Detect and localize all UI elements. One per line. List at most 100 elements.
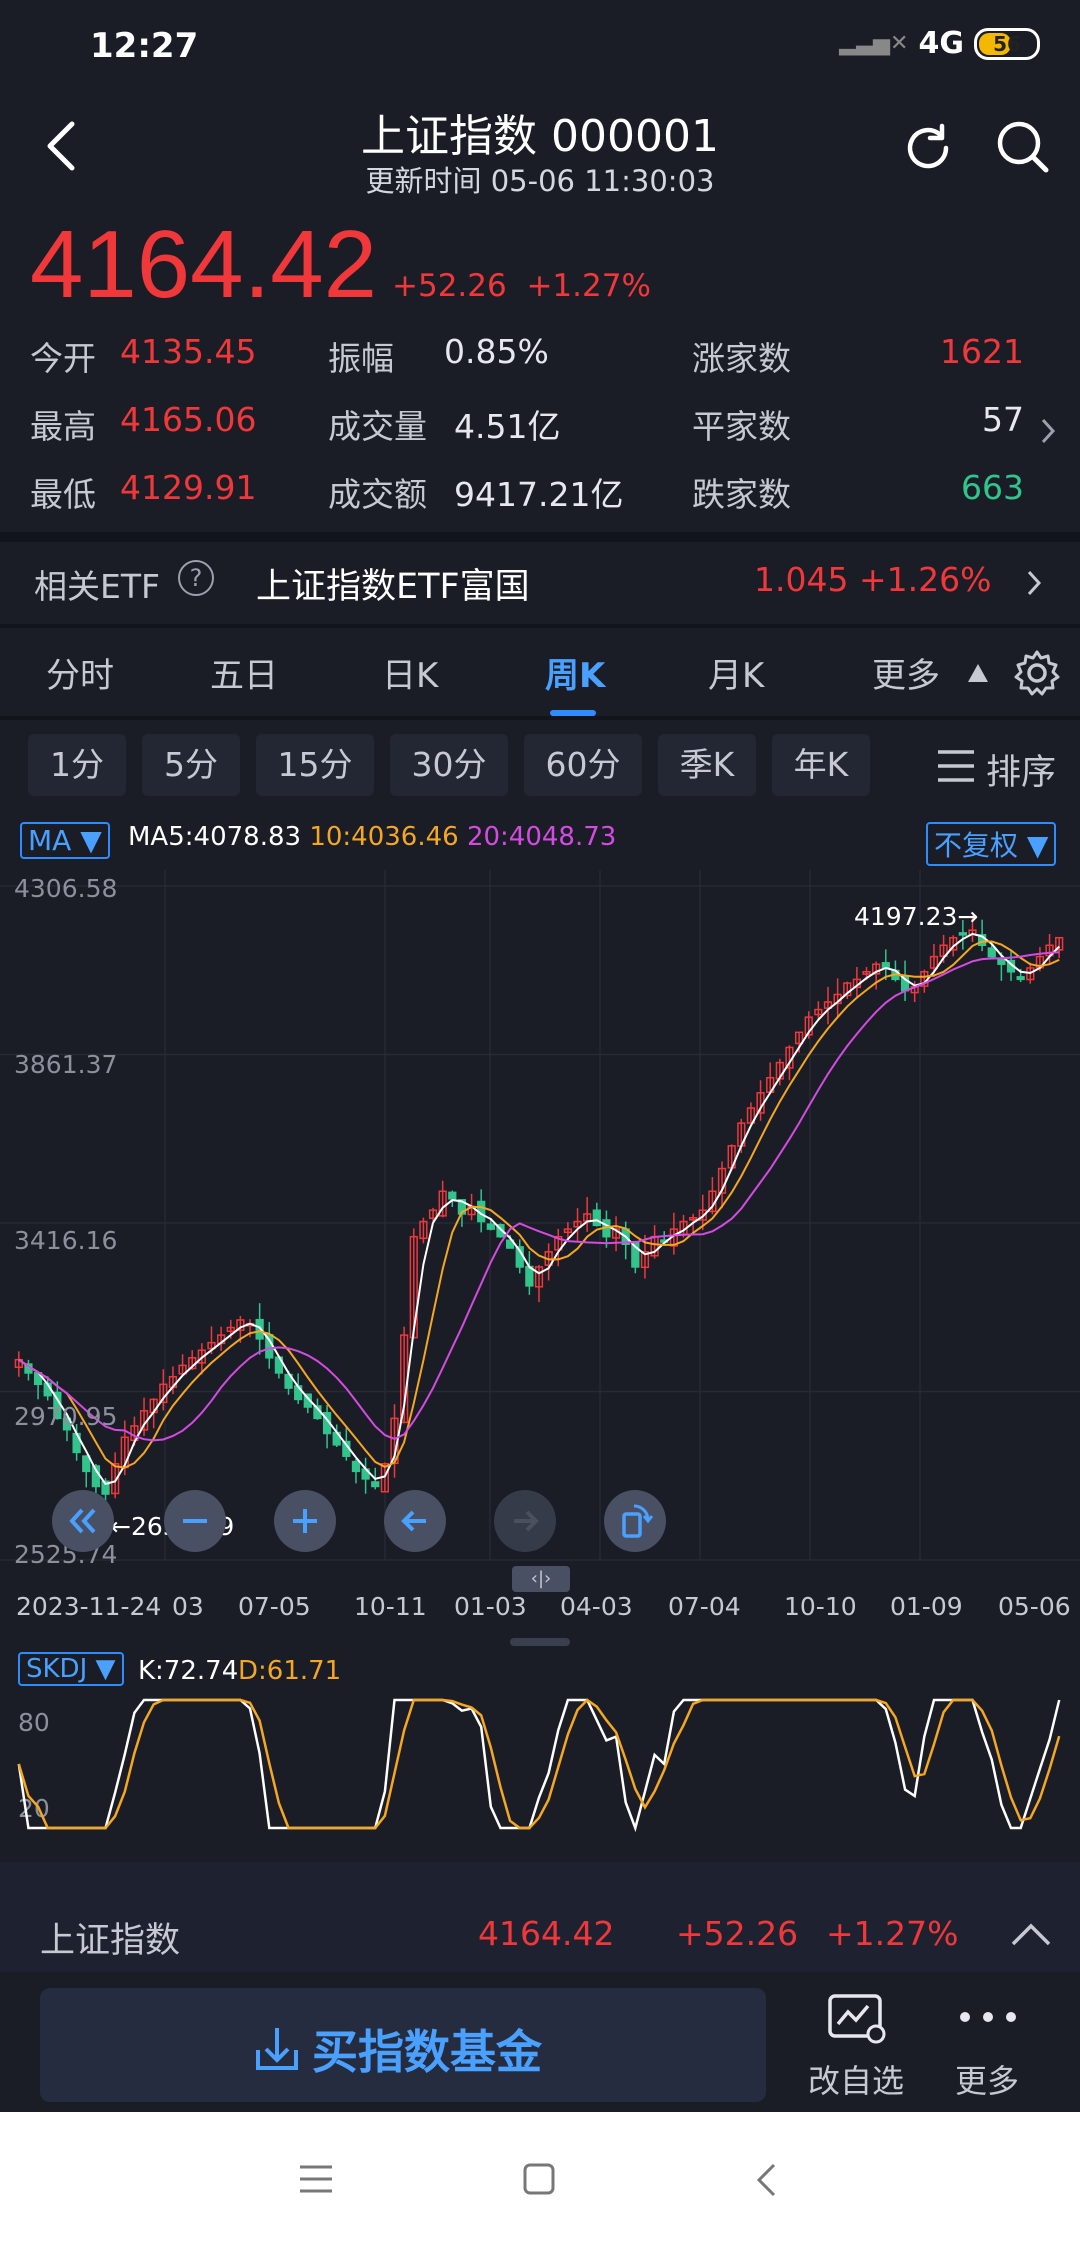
up-count-label: 涨家数 bbox=[692, 339, 791, 378]
x-tick-label: 10-10 bbox=[784, 1592, 857, 1621]
help-icon[interactable]: ? bbox=[178, 560, 214, 596]
high-label: 最高 bbox=[30, 407, 96, 446]
amount-label: 成交额 bbox=[328, 475, 427, 514]
bottom-quote-bar[interactable]: 上证指数 4164.42 +52.26 +1.27% bbox=[0, 1900, 1080, 1972]
x-tick-label: 2023-11-24 bbox=[16, 1592, 162, 1621]
volume-value: 4.51亿 bbox=[454, 407, 561, 446]
edit-watchlist-label[interactable]: 改自选 bbox=[808, 2056, 904, 2102]
chart-scroll-handle[interactable]: ‹|› bbox=[512, 1566, 570, 1592]
down-count-value: 663 bbox=[961, 468, 1024, 507]
flat-count-label: 平家数 bbox=[692, 407, 791, 446]
tab-daily-k[interactable]: 日K bbox=[382, 648, 438, 697]
etf-quote: 1.045 +1.26% bbox=[754, 560, 992, 599]
bottom-price: 4164.42 bbox=[478, 1914, 615, 1953]
low-label: 最低 bbox=[30, 475, 96, 514]
candlestick-chart[interactable] bbox=[0, 870, 1080, 1580]
candle-body bbox=[82, 1455, 91, 1473]
amplitude-label: 振幅 bbox=[328, 339, 394, 378]
buy-index-fund-button[interactable]: 买指数基金 bbox=[40, 1988, 766, 2102]
divider bbox=[0, 624, 1080, 628]
volume-label: 成交量 bbox=[328, 407, 427, 446]
etf-label: 相关ETF bbox=[34, 567, 160, 606]
x-tick-label: 07-04 bbox=[668, 1592, 741, 1621]
tab-more[interactable]: 更多 bbox=[872, 648, 940, 697]
x-tick-label: 01-09 bbox=[890, 1592, 963, 1621]
skdj-selector[interactable]: SKDJ ▼ bbox=[18, 1652, 124, 1686]
skdj-k-line bbox=[17, 1698, 1061, 1833]
skdj-k-value: K:72.74 bbox=[138, 1656, 239, 1686]
x-tick-label: 10-11 bbox=[354, 1592, 427, 1621]
scroll-start-button[interactable] bbox=[52, 1490, 114, 1552]
search-icon[interactable] bbox=[992, 116, 1052, 176]
scroll-left-button[interactable] bbox=[384, 1490, 446, 1552]
related-etf-row[interactable]: 相关ETF ? 上证指数ETF富国 1.045 +1.26% bbox=[0, 540, 1080, 624]
sort-label[interactable]: 排序 bbox=[986, 744, 1056, 795]
candle-body bbox=[592, 1209, 601, 1227]
skdj-d-line bbox=[17, 1698, 1061, 1830]
chevron-up-icon[interactable] bbox=[1010, 1922, 1052, 1948]
menu-icon[interactable] bbox=[936, 748, 976, 784]
x-tick-label: 03 bbox=[172, 1592, 204, 1621]
scroll-right-button[interactable] bbox=[494, 1490, 556, 1552]
more-dots-icon[interactable] bbox=[958, 2010, 1018, 2024]
tab-monthly-k[interactable]: 月K bbox=[708, 648, 764, 697]
candle-body bbox=[987, 947, 996, 958]
low-value: 4129.91 bbox=[120, 468, 257, 507]
candle-body bbox=[486, 1223, 495, 1230]
y-tick-label: 3861.37 bbox=[14, 1050, 118, 1079]
ma10-line bbox=[18, 940, 1060, 1469]
ma5-value: MA5:4078.83 bbox=[128, 822, 302, 852]
ma20-line bbox=[18, 951, 1060, 1442]
subtab-15min[interactable]: 15分 bbox=[256, 734, 374, 796]
amplitude-value: 0.85% bbox=[444, 332, 549, 371]
candle-body bbox=[448, 1191, 457, 1200]
system-nav-bar bbox=[0, 2112, 1080, 2244]
x-tick-label: 05-06 bbox=[998, 1592, 1071, 1621]
subtab-60min[interactable]: 60分 bbox=[524, 734, 642, 796]
subtab-5min[interactable]: 5分 bbox=[142, 734, 240, 796]
tab-weekly-k[interactable]: 周K bbox=[545, 648, 605, 697]
subtab-1min[interactable]: 1分 bbox=[28, 734, 126, 796]
subtab-30min[interactable]: 30分 bbox=[390, 734, 508, 796]
ma-values: MA5:4078.83 10:4036.46 20:4048.73 bbox=[128, 822, 616, 852]
indicator-selector[interactable]: MA ▼ bbox=[20, 822, 110, 859]
back-nav-icon[interactable] bbox=[754, 2162, 778, 2198]
candle-body bbox=[371, 1481, 380, 1488]
triangle-up-icon[interactable] bbox=[966, 662, 990, 684]
tab-five-day[interactable]: 五日 bbox=[210, 648, 278, 697]
skdj-chart[interactable] bbox=[0, 1690, 1080, 1840]
ma10-value: 10:4036.46 bbox=[309, 822, 459, 852]
zoom-out-button[interactable] bbox=[164, 1490, 226, 1552]
drag-handle[interactable] bbox=[510, 1638, 570, 1646]
buy-label: 买指数基金 bbox=[312, 2025, 542, 2079]
open-label: 今开 bbox=[30, 339, 96, 378]
subtab-year-k[interactable]: 年K bbox=[772, 734, 870, 796]
tab-intraday[interactable]: 分时 bbox=[46, 648, 114, 697]
up-count-value: 1621 bbox=[940, 332, 1024, 371]
recent-apps-icon[interactable] bbox=[298, 2164, 334, 2194]
rotate-screen-button[interactable] bbox=[604, 1490, 666, 1552]
amount-value: 9417.21亿 bbox=[454, 475, 624, 514]
ma5-line bbox=[18, 932, 1060, 1486]
bottom-index-name: 上证指数 bbox=[40, 1921, 181, 1961]
signal-icon: ▂▃▅✕ bbox=[839, 31, 909, 56]
gear-icon[interactable] bbox=[1012, 648, 1062, 698]
news-ticker-strip[interactable] bbox=[0, 1862, 1080, 1902]
skdj-d-value: D:61.71 bbox=[238, 1656, 342, 1686]
current-price: 4164.42 bbox=[30, 211, 378, 318]
edit-watchlist-icon[interactable] bbox=[826, 1992, 890, 2048]
chevron-right-icon[interactable] bbox=[1038, 416, 1058, 446]
subtab-quarter-k[interactable]: 季K bbox=[658, 734, 756, 796]
etf-name: 上证指数ETF富国 bbox=[256, 567, 530, 607]
bottom-change: +52.26 bbox=[676, 1914, 799, 1953]
home-icon[interactable] bbox=[522, 2162, 556, 2196]
adjust-selector[interactable]: 不复权 ▼ bbox=[926, 822, 1057, 866]
download-arrow-icon bbox=[256, 2028, 298, 2070]
bottom-pct: +1.27% bbox=[826, 1914, 959, 1953]
candle-body bbox=[351, 1460, 361, 1473]
chevron-right-icon bbox=[1027, 570, 1042, 596]
flat-count-value: 57 bbox=[982, 400, 1024, 439]
more-label[interactable]: 更多 bbox=[955, 2056, 1019, 2102]
refresh-icon[interactable] bbox=[898, 118, 958, 178]
zoom-in-button[interactable] bbox=[274, 1490, 336, 1552]
